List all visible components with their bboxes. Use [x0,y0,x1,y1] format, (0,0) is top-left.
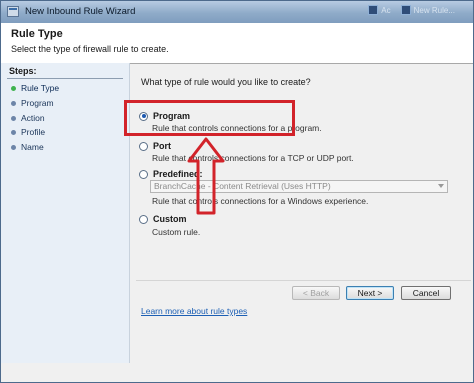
option-description: Rule that controls connections for a Win… [152,196,369,206]
sidebar-item-program[interactable]: Program [11,98,54,108]
background-window-peek: Ac New Rule... [368,5,455,15]
learn-more-link[interactable]: Learn more about rule types [141,306,247,316]
background-item: Ac [368,5,391,15]
bullet-icon [11,144,16,150]
sidebar-item-label: Action [21,113,45,123]
radio-port[interactable] [139,141,148,151]
steps-heading: Steps: [9,66,37,76]
divider [7,78,123,79]
sidebar-item-label: Rule Type [21,83,60,93]
option-label: Custom [153,214,187,224]
sidebar-item-label: Name [21,142,44,152]
bullet-icon [11,85,16,91]
bullet-icon [11,100,16,106]
sidebar-item-label: Profile [21,127,46,137]
wizard-content: What type of rule would you like to crea… [124,63,473,363]
back-button[interactable]: < Back [292,286,340,300]
select-value: BranchCache - Content Retrieval (Uses HT… [154,181,331,191]
page-subtitle: Select the type of firewall rule to crea… [11,44,169,54]
background-item-label: New Rule... [413,5,455,15]
option-description: Custom rule. [152,227,201,237]
bullet-icon [11,129,16,135]
folder-icon [368,5,379,15]
bullet-icon [11,115,16,121]
highlight-box [124,100,295,136]
wizard-window: New Inbound Rule Wizard Ac New Rule... R… [0,0,474,383]
sidebar-item-name[interactable]: Name [11,142,44,152]
window-title: New Inbound Rule Wizard [25,6,136,17]
page-title: Rule Type [11,28,63,40]
window-icon [7,6,19,17]
option-custom[interactable]: Custom [139,214,187,224]
steps-sidebar: Steps: Rule Type Program Action Profile … [1,63,130,363]
next-button[interactable]: Next > [346,286,394,300]
sidebar-item-profile[interactable]: Profile [11,127,45,137]
rule-icon [400,5,411,15]
question-text: What type of rule would you like to crea… [141,77,311,87]
sidebar-item-label: Program [21,98,54,108]
up-arrow-icon [187,137,225,215]
wizard-header: Rule Type Select the type of firewall ru… [1,23,473,64]
option-description: Rule that controls connections for a TCP… [152,153,354,163]
footer-divider [136,280,471,281]
background-item-label: Ac [381,5,391,15]
title-bar[interactable]: New Inbound Rule Wizard Ac New Rule... [1,1,473,24]
radio-predefined[interactable] [139,169,148,179]
background-item: New Rule... [400,5,455,15]
sidebar-item-action[interactable]: Action [11,113,45,123]
chevron-down-icon [438,184,444,188]
radio-custom[interactable] [139,214,148,224]
cancel-button[interactable]: Cancel [401,286,451,300]
option-label: Port [153,141,171,151]
sidebar-item-rule-type[interactable]: Rule Type [11,83,59,93]
option-port[interactable]: Port [139,141,171,151]
